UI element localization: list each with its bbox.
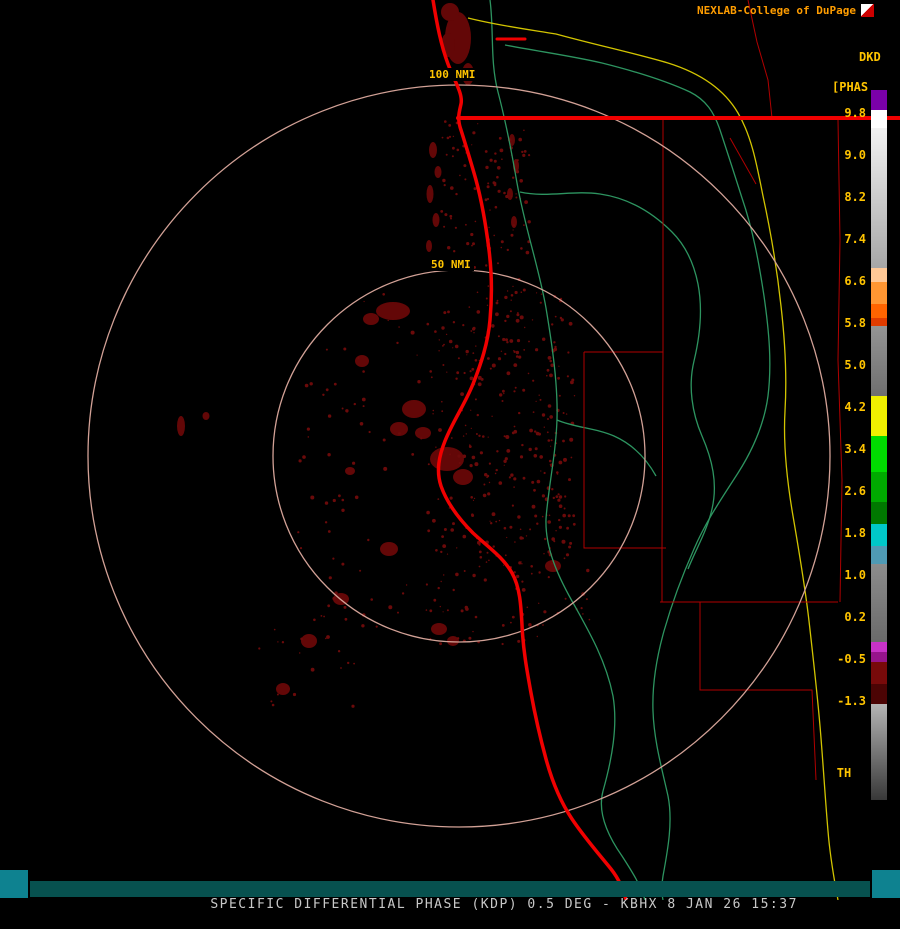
colorbar-tick-label: 1.0 (844, 568, 866, 582)
colorbar-tick-label: 8.2 (844, 190, 866, 204)
range-ring-label-100nmi: 100 NMI (426, 68, 479, 81)
colorbar-tick-label: -0.5 (837, 652, 866, 666)
colorbar-segment (871, 546, 887, 564)
colorbar-segment (871, 304, 887, 318)
range-ring-label-50nmi: 50 NMI (428, 258, 474, 271)
radar-echoes-layer (177, 3, 591, 708)
product-title-bar: SPECIFIC DIFFERENTIAL PHASE (KDP) 0.5 DE… (30, 881, 870, 912)
colorbar-segment (871, 268, 887, 282)
colorbar-segment (871, 318, 887, 326)
colorbar-segment (871, 90, 887, 110)
colorbar-segment (871, 564, 887, 642)
colorbar-tick-label: 3.4 (844, 442, 866, 456)
colorbar-tick-label: 4.2 (844, 400, 866, 414)
product-title: SPECIFIC DIFFERENTIAL PHASE (KDP) 0.5 DE… (210, 897, 798, 912)
colorbar-tick-label: 5.8 (844, 316, 866, 330)
colorbar-segment (871, 128, 887, 268)
colorbar-segment (871, 110, 887, 128)
corner-square-right (872, 870, 900, 898)
echo-speckles (258, 120, 591, 708)
colorbar-tick-label: 9.0 (844, 148, 866, 162)
colorbar-segment (871, 282, 887, 304)
colorbar-segment (871, 684, 887, 704)
colorbar-tick-label: 2.6 (844, 484, 866, 498)
state-boundary-line (467, 17, 839, 900)
colorbar-segment (871, 502, 887, 524)
colorbar-segment (871, 436, 887, 472)
colorbar (871, 90, 887, 800)
threshold-label: TH (836, 766, 852, 780)
colorbar-segment (871, 662, 887, 684)
corner-square-left (0, 870, 28, 898)
colorbar-tick-label: 1.8 (844, 526, 866, 540)
colorbar-tick-label: 7.4 (844, 232, 866, 246)
colorbar-tick-label: 0.2 (844, 610, 866, 624)
colorbar-tick-label: -1.3 (837, 694, 866, 708)
colorbar-segment (871, 642, 887, 652)
colorbar-segment (871, 396, 887, 436)
colorbar-tick-label: 5.0 (844, 358, 866, 372)
rivers-layer (489, 0, 771, 900)
colorbar-segment (871, 704, 887, 800)
colorbar-tick-label: 6.6 (844, 274, 866, 288)
colorbar-segment (871, 652, 887, 662)
colorbar-ticks: 9.8 9.0 8.2 7.4 6.6 5.8 5.0 4.2 3.4 2.6 1.8 1.0 0.2 -… (822, 0, 866, 900)
radar-map (87, 0, 900, 900)
colorbar-segment (871, 524, 887, 546)
colorbar-tick-label: 9.8 (844, 106, 866, 120)
colorbar-segment (871, 326, 887, 396)
radar-display: 100 NMI 50 NMI NEXLAB-College of DuPage … (0, 0, 900, 912)
colorbar-segment (871, 472, 887, 502)
